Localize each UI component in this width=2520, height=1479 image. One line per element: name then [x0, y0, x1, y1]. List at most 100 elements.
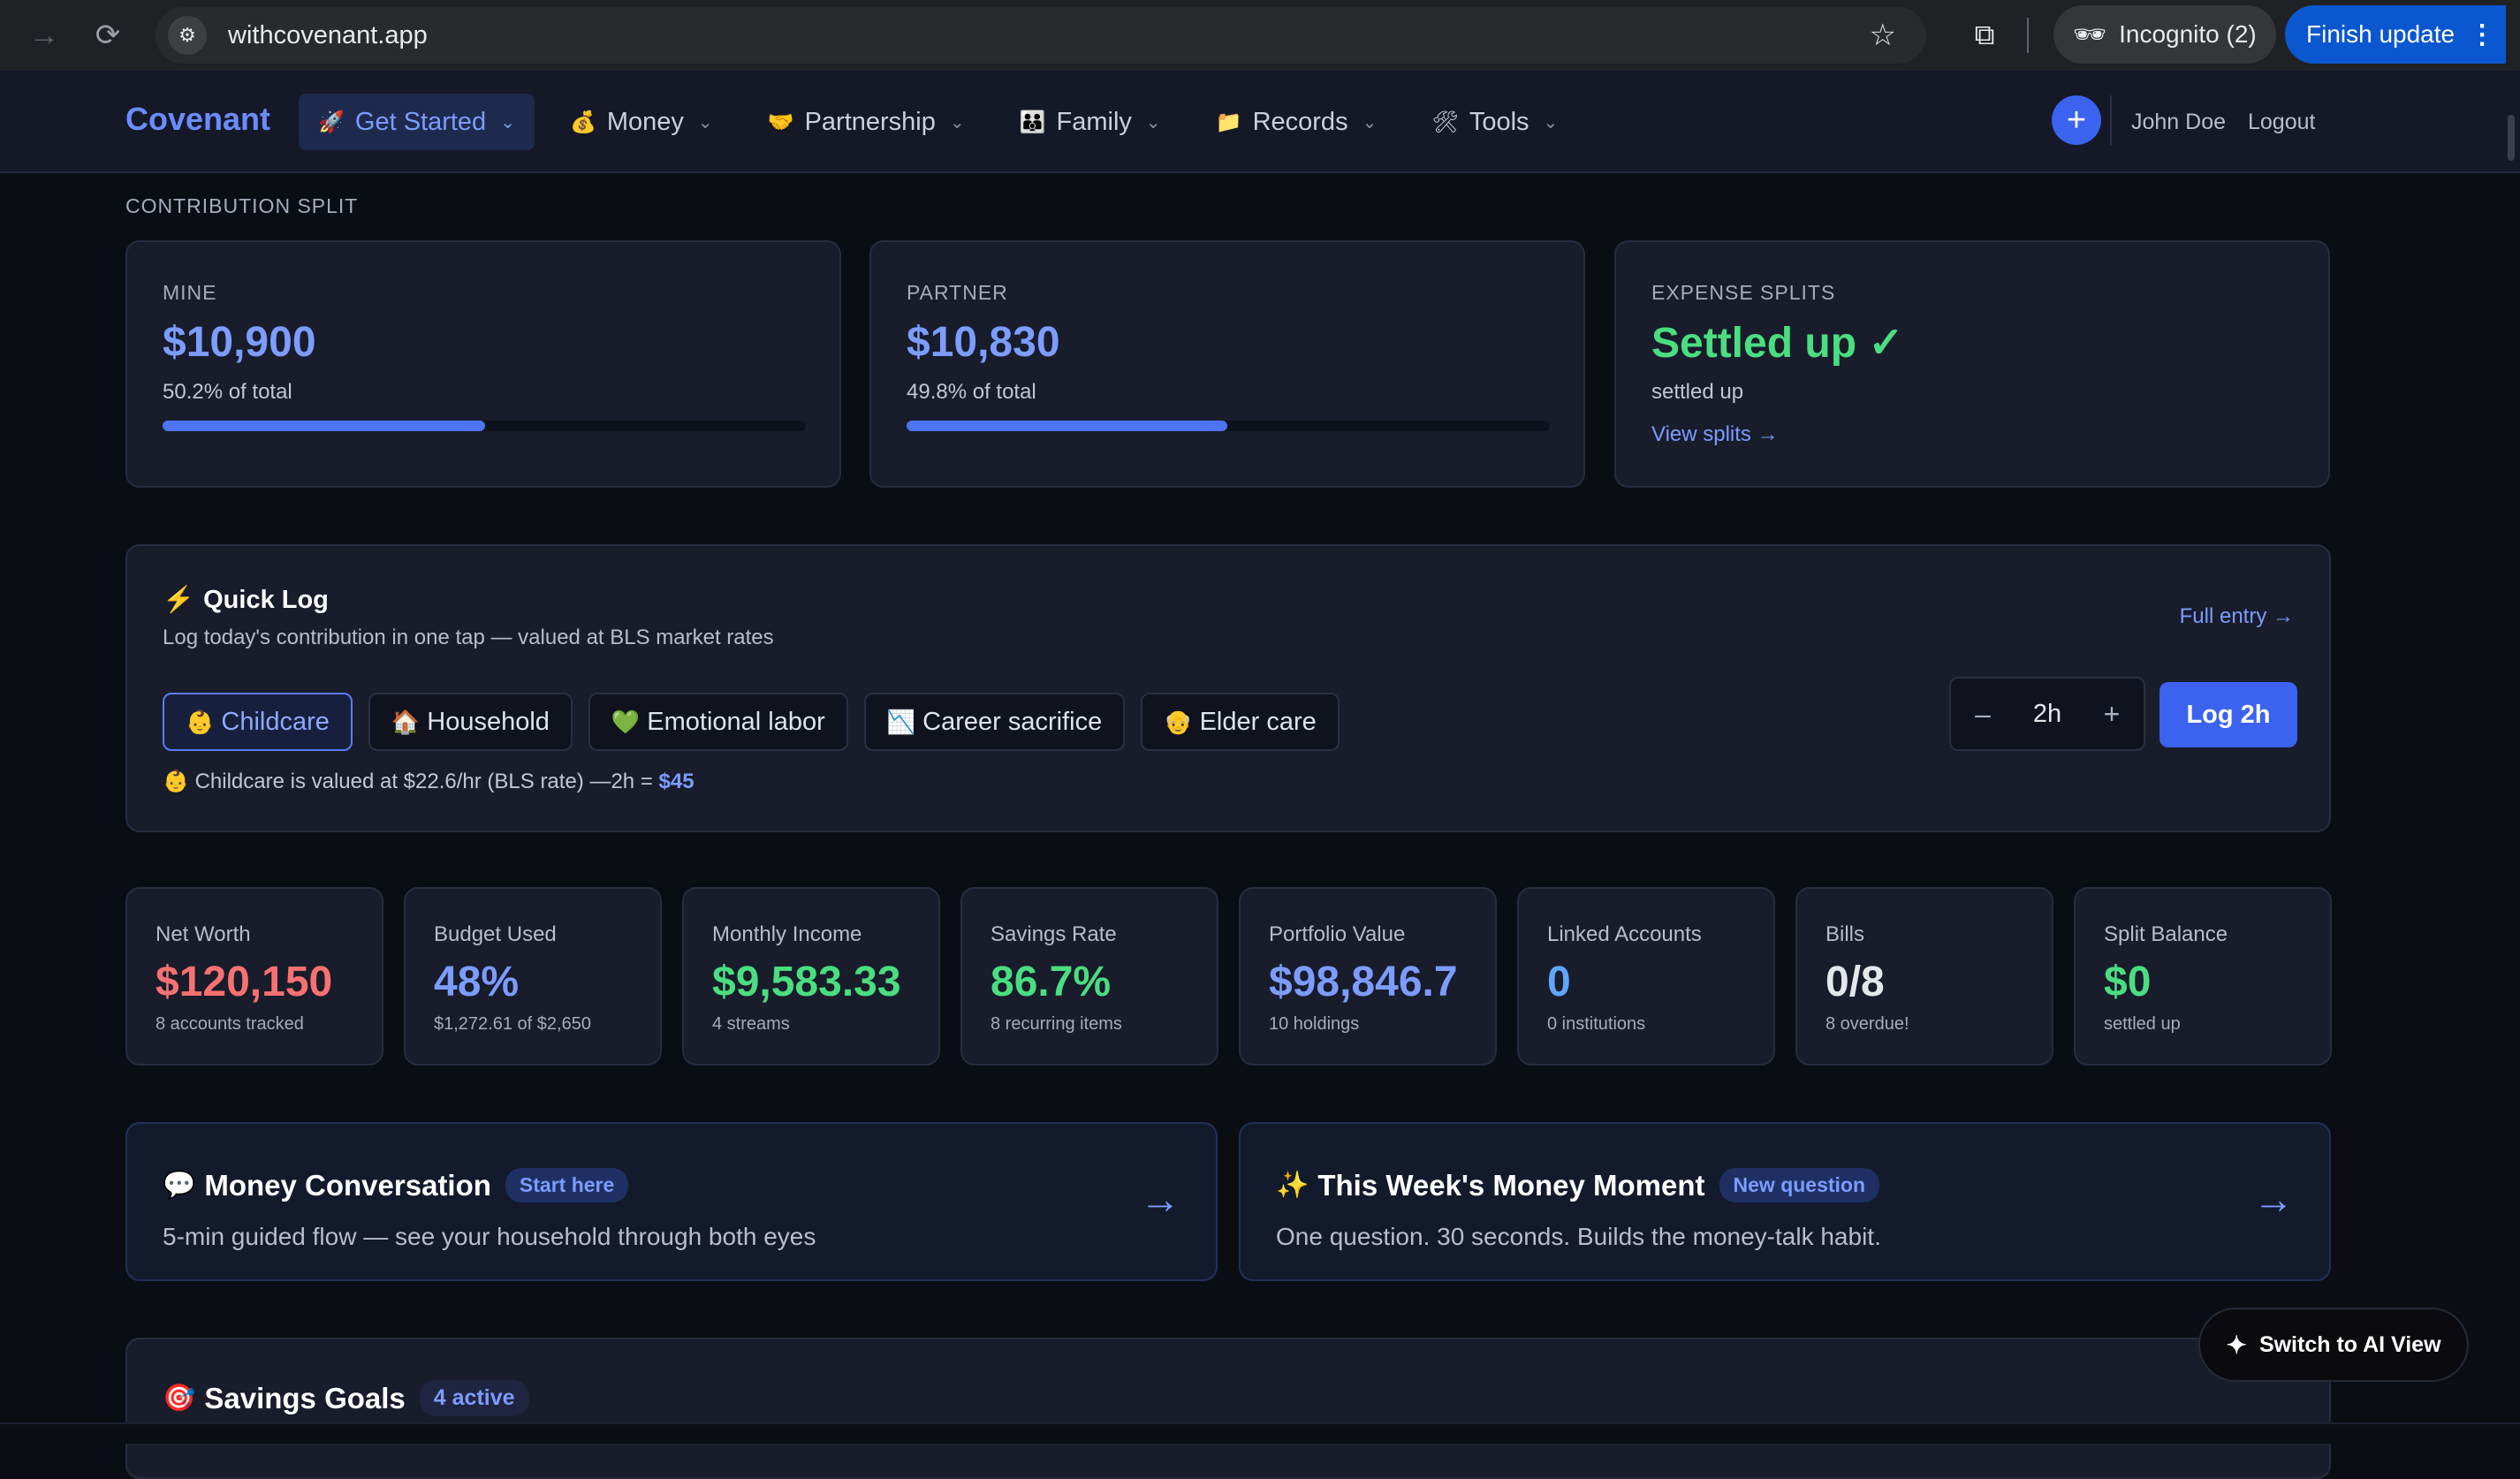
arrow-right-icon[interactable]: →: [2253, 1175, 2294, 1223]
partner-label: PARTNER: [907, 281, 1008, 304]
url-text[interactable]: withcovenant.app: [228, 21, 428, 50]
stat-value: $9,583.33: [712, 959, 901, 1005]
stat-card-net-worth[interactable]: Net Worth $120,150 8 accounts tracked: [125, 887, 383, 1066]
scrollbar[interactable]: [2508, 115, 2515, 161]
nav-item-label: Tools: [1469, 107, 1529, 136]
hours-stepper: – 2h +: [1949, 677, 2145, 751]
chevron-down-icon: ⌄: [1543, 112, 1559, 133]
savings-goals-badge: 4 active: [419, 1380, 529, 1416]
stat-card-savings-rate[interactable]: Savings Rate 86.7% 8 recurring items: [960, 887, 1218, 1066]
nav-item-get-started[interactable]: 🚀 Get Started ⌄: [299, 94, 535, 150]
stat-sub: 8 recurring items: [991, 1014, 1122, 1034]
stat-card-split-balance[interactable]: Split Balance $0 settled up: [2074, 887, 2332, 1066]
hours-value[interactable]: 2h: [2015, 700, 2080, 729]
nav-divider: [2110, 95, 2112, 145]
chip-childcare[interactable]: 👶 Childcare: [163, 693, 353, 751]
full-entry-link[interactable]: Full entry →: [2180, 604, 2294, 629]
chip-icon: 👶: [186, 708, 215, 735]
cast-icon[interactable]: ⧉: [1962, 12, 2008, 58]
stat-card-bills[interactable]: Bills 0/8 8 overdue!: [1795, 887, 2053, 1066]
stat-label: Portfolio Value: [1269, 922, 1406, 946]
nav-item-partnership[interactable]: 🤝 Partnership ⌄: [748, 94, 984, 150]
add-button[interactable]: +: [2052, 95, 2101, 145]
stat-value: 86.7%: [991, 959, 1112, 1005]
stat-card-monthly-income[interactable]: Monthly Income $9,583.33 4 streams: [682, 887, 940, 1066]
savings-goals-card: 🎯 Savings Goals 4 active: [125, 1338, 2331, 1479]
chevron-down-icon: ⌄: [500, 112, 515, 133]
logout-link[interactable]: Logout: [2248, 110, 2315, 135]
promo-card-1[interactable]: ✨ This Week's Money Moment New question One…: [1239, 1122, 2331, 1281]
toolbar-divider: [2027, 18, 2029, 53]
mine-label: MINE: [163, 281, 217, 304]
promo-card-0[interactable]: 💬 Money Conversation Start here 5-min guide…: [125, 1122, 1218, 1281]
forward-icon[interactable]: →: [19, 11, 69, 60]
nav-item-records[interactable]: 📁 Records ⌄: [1196, 94, 1397, 150]
stat-card-linked-accounts[interactable]: Linked Accounts 0 0 institutions: [1517, 887, 1775, 1066]
chip-household[interactable]: 🏠 Household: [368, 693, 573, 751]
chip-career-sacrifice[interactable]: 📉 Career sacrifice: [863, 693, 1126, 751]
view-splits-link[interactable]: View splits →: [1651, 422, 1779, 447]
user-name[interactable]: John Doe: [2131, 110, 2226, 135]
valuation-text: Childcare is valued at $22.6/hr (BLS rat…: [194, 770, 659, 793]
chevron-down-icon: ⌄: [1362, 112, 1378, 133]
savings-goals-header: 🎯 Savings Goals 4 active: [163, 1380, 529, 1416]
nav-item-money[interactable]: 💰 Money ⌄: [550, 94, 732, 150]
nav-item-tools[interactable]: 🛠 Tools ⌄: [1412, 94, 1577, 150]
promo-badge: Start here: [505, 1168, 629, 1202]
address-bar[interactable]: ⚙ withcovenant.app ☆: [156, 7, 1926, 64]
nav-item-label: Records: [1252, 107, 1348, 136]
partner-progress-fill: [907, 421, 1227, 431]
promo-title: This Week's Money Moment: [1317, 1168, 1705, 1202]
stat-sub: settled up: [2104, 1014, 2181, 1034]
site-settings-icon[interactable]: ⚙: [168, 16, 207, 55]
stat-sub: $1,272.61 of $2,650: [434, 1014, 591, 1034]
switch-ai-view-label: Switch to AI View: [2258, 1331, 2441, 1357]
mine-progress-fill: [163, 421, 486, 431]
chip-icon: 🏠: [391, 708, 421, 735]
brand-logo[interactable]: Covenant: [125, 101, 270, 138]
nav-item-icon: 💰: [569, 110, 596, 134]
promo-icon: 💬: [163, 1171, 196, 1200]
nav-item-family[interactable]: 👪 Family ⌄: [1000, 94, 1180, 150]
finish-update-button[interactable]: Finish update ⋮: [2285, 5, 2506, 64]
incognito-button[interactable]: 🕶 Incognito (2): [2053, 5, 2276, 64]
valuation-amount: $45: [658, 770, 695, 793]
stat-card-budget-used[interactable]: Budget Used 48% $1,272.61 of $2,650: [404, 887, 662, 1066]
promo-icon: ✨: [1276, 1171, 1309, 1200]
bottom-edge: [0, 1422, 2520, 1444]
mine-card: MINE $10,900 50.2% of total: [125, 240, 841, 488]
lightning-icon: ⚡: [163, 586, 195, 614]
chip-icon: 👴: [1164, 708, 1193, 735]
quick-log-title-text: Quick Log: [203, 586, 329, 614]
stat-value: 48%: [434, 959, 520, 1005]
category-chips: 👶 Childcare 🏠 Household 💚 Emotional labor 📉 Car…: [163, 693, 1355, 751]
stat-value: $120,150: [156, 959, 333, 1005]
stat-label: Monthly Income: [712, 922, 862, 946]
nav-item-icon: 🛠: [1431, 110, 1459, 134]
stat-card-portfolio-value[interactable]: Portfolio Value $98,846.7 10 holdings: [1239, 887, 1497, 1066]
decrement-button[interactable]: –: [1951, 698, 2015, 731]
target-icon: 🎯: [163, 1384, 196, 1413]
nav-item-icon: 🚀: [318, 110, 345, 134]
expense-status: Settled up ✓: [1651, 320, 1904, 367]
increment-button[interactable]: +: [2080, 698, 2144, 731]
more-icon[interactable]: ⋮: [2469, 19, 2495, 50]
star-icon[interactable]: ☆: [1870, 18, 1896, 53]
section-title-contribution: CONTRIBUTION SPLIT: [125, 194, 359, 217]
chip-icon: 📉: [886, 708, 916, 735]
stat-label: Split Balance: [2104, 922, 2228, 946]
arrow-right-icon[interactable]: →: [1140, 1175, 1180, 1223]
switch-ai-view-button[interactable]: ✦ Switch to AI View: [2198, 1308, 2469, 1382]
chevron-down-icon: ⌄: [949, 112, 965, 133]
savings-goals-title: Savings Goals: [204, 1381, 406, 1415]
expense-splits-card: EXPENSE SPLITS Settled up ✓ settled up V…: [1614, 240, 2330, 488]
reload-icon[interactable]: ⟳: [83, 11, 133, 60]
mine-progress-bar: [163, 421, 806, 431]
stat-value: $98,846.7: [1269, 959, 1458, 1005]
partner-progress-bar: [907, 421, 1550, 431]
log-hours-button[interactable]: Log 2h: [2159, 682, 2297, 747]
chip-elder-care[interactable]: 👴 Elder care: [1141, 693, 1340, 751]
sparkle-icon: ✦: [2226, 1331, 2247, 1359]
valuation-note: 👶 Childcare is valued at $22.6/hr (BLS r…: [163, 769, 695, 794]
chip-emotional-labor[interactable]: 💚 Emotional labor: [588, 693, 848, 751]
